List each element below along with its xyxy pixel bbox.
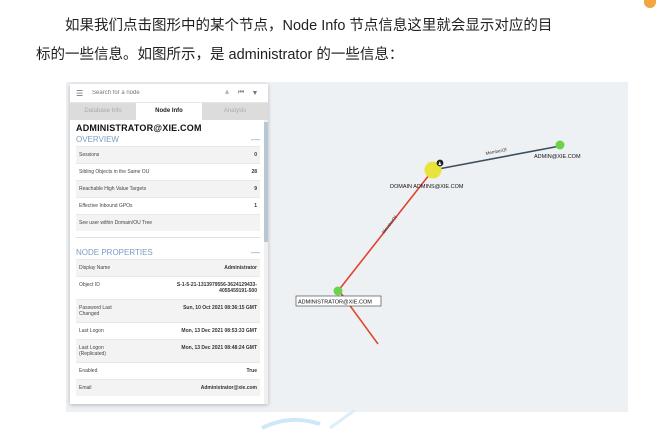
edge-label-1: MemberOf bbox=[381, 214, 398, 234]
tab-database-info[interactable]: Database Info bbox=[70, 103, 136, 120]
node-admin-xie[interactable] bbox=[555, 140, 565, 150]
property-row: Email Administrator@xie.com bbox=[76, 379, 260, 396]
tab-analysis[interactable]: Analysis bbox=[202, 103, 268, 120]
tab-node-info[interactable]: Node Info bbox=[136, 103, 202, 120]
overview-row[interactable]: See user within Domain/OU Tree bbox=[76, 214, 260, 231]
overview-row[interactable]: Reachable High Value Targets 9 bbox=[76, 180, 260, 197]
node-properties-title: NODE PROPERTIES bbox=[76, 247, 153, 257]
property-row: Display Name Administrator bbox=[76, 259, 260, 276]
property-row: Object ID S-1-5-21-1313979556-3624129433… bbox=[76, 276, 260, 299]
overview-row[interactable]: Sibling Objects in the Same OU 28 bbox=[76, 163, 260, 180]
scrollbar-thumb[interactable] bbox=[264, 122, 268, 242]
node-search-input[interactable] bbox=[90, 89, 220, 97]
bloodhound-screenshot: MemberOf MemberOf ADMINISTRATOR@XIE.COM … bbox=[66, 82, 628, 412]
article-line-2: 标的一些信息。如图所示，是 administrator 的一些信息： bbox=[36, 47, 404, 63]
filter-icon[interactable]: ▼ bbox=[248, 90, 262, 97]
back-icon[interactable]: ⏮ bbox=[234, 89, 248, 97]
node-administrator[interactable] bbox=[333, 286, 343, 296]
node-info-panel: ☰ ⩓ ⏮ ▼ Database Info Node Info Analysis… bbox=[70, 84, 268, 404]
article-paragraph: 如果我们点击图形中的某个节点，Node Info 节点信息这里就会显示对应的目 … bbox=[36, 12, 636, 70]
property-row: Last Logon Mon, 13 Dec 2021 08:53:33 GMT bbox=[76, 322, 260, 339]
collapse-icon[interactable]: — bbox=[251, 134, 260, 144]
menu-icon[interactable]: ☰ bbox=[76, 89, 86, 98]
overview-row[interactable]: Effective Inbound GPOs 1 bbox=[76, 197, 260, 214]
overview-header[interactable]: OVERVIEW — bbox=[70, 133, 268, 146]
property-row: Enabled True bbox=[76, 362, 260, 379]
properties-rows: Display Name Administrator Object ID S-1… bbox=[76, 259, 260, 396]
collapse-icon[interactable]: — bbox=[251, 247, 260, 257]
panel-tabs: Database Info Node Info Analysis bbox=[70, 103, 268, 120]
property-row: Last Logon (Replicated) Mon, 13 Dec 2021… bbox=[76, 339, 260, 362]
node-admin-xie-label: ADMIN@XIE.COM bbox=[534, 154, 581, 160]
section-divider bbox=[76, 231, 260, 238]
overview-title: OVERVIEW bbox=[76, 134, 119, 144]
corner-badge bbox=[644, 0, 656, 8]
node-info-content[interactable]: ADMINISTRATOR@XIE.COM OVERVIEW — Session… bbox=[70, 120, 268, 404]
search-bar: ☰ ⩓ ⏮ ▼ bbox=[70, 84, 268, 103]
overview-rows: Sessions 0 Sibling Objects in the Same O… bbox=[76, 146, 260, 231]
property-row: Password Last Changed Sun, 10 Oct 2021 0… bbox=[76, 299, 260, 322]
group-icon-glyph: ♟ bbox=[438, 161, 442, 167]
article-line-1: 如果我们点击图形中的某个节点，Node Info 节点信息这里就会显示对应的目 bbox=[65, 18, 553, 34]
node-administrator-label: ADMINISTRATOR@XIE.COM bbox=[298, 300, 372, 306]
node-properties-header[interactable]: NODE PROPERTIES — bbox=[70, 246, 268, 259]
edge-label-2: MemberOf bbox=[485, 147, 508, 156]
overview-row[interactable]: Sessions 0 bbox=[76, 146, 260, 163]
node-title: ADMINISTRATOR@XIE.COM bbox=[76, 123, 202, 133]
node-domain-admins-label: DOMAIN ADMINS@XIE.COM bbox=[390, 184, 464, 190]
scrollbar[interactable] bbox=[264, 120, 268, 404]
pathfinding-icon[interactable]: ⩓ bbox=[220, 89, 234, 97]
